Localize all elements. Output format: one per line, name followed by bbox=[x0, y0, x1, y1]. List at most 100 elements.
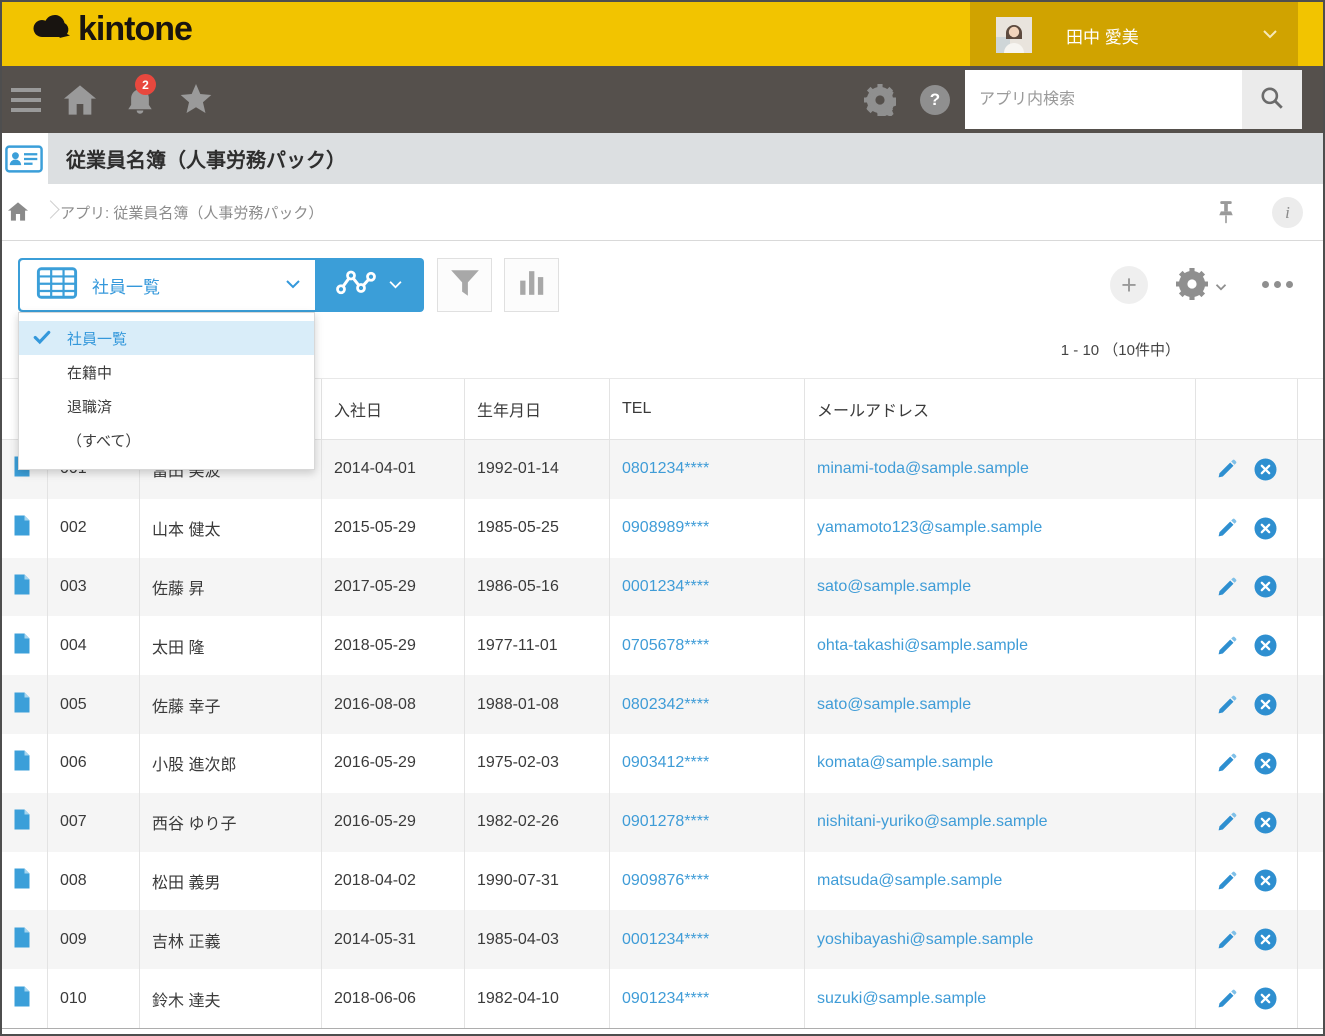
edit-pencil-icon[interactable] bbox=[1216, 929, 1238, 951]
email-link[interactable]: nishitani-yuriko@sample.sample bbox=[805, 793, 1196, 852]
tel-link[interactable]: 0908989**** bbox=[610, 499, 805, 558]
record-link-cell[interactable] bbox=[0, 969, 48, 1028]
tel-link[interactable]: 0909876**** bbox=[610, 852, 805, 911]
home-icon[interactable] bbox=[60, 66, 100, 133]
edit-pencil-icon[interactable] bbox=[1216, 635, 1238, 657]
dropdown-item-retired[interactable]: 退職済 bbox=[19, 389, 314, 423]
more-options-button[interactable] bbox=[1262, 281, 1293, 288]
notification-badge: 2 bbox=[135, 74, 156, 95]
email-link[interactable]: sato@sample.sample bbox=[805, 558, 1196, 617]
edit-pencil-icon[interactable] bbox=[1216, 694, 1238, 716]
edit-pencil-icon[interactable] bbox=[1216, 458, 1238, 480]
record-link-cell[interactable] bbox=[0, 852, 48, 911]
gear-icon[interactable] bbox=[860, 66, 900, 133]
delete-x-icon[interactable] bbox=[1254, 928, 1277, 951]
help-icon[interactable]: ? bbox=[915, 66, 955, 133]
favorites-star-icon[interactable] bbox=[176, 66, 216, 133]
header-joined: 入社日 bbox=[322, 379, 465, 439]
breadcrumb-app-link[interactable]: アプリ: 従業員名簿（人事労務パック） bbox=[60, 184, 323, 241]
email-link[interactable]: suzuki@sample.sample bbox=[805, 969, 1196, 1028]
view-selector-group: 社員一覧 bbox=[18, 258, 424, 312]
joined-date: 2015-05-29 bbox=[322, 499, 465, 558]
file-icon bbox=[14, 633, 30, 659]
records-table: 入社日 生年月日 TEL メールアドレス 001 冨田 美波 2014-04-0… bbox=[0, 378, 1325, 1029]
breadcrumb: アプリ: 従業員名簿（人事労務パック） i bbox=[0, 184, 1325, 241]
view-settings-button[interactable] bbox=[1176, 268, 1227, 305]
info-icon[interactable]: i bbox=[1272, 197, 1303, 228]
filter-button[interactable] bbox=[437, 258, 492, 312]
record-link-cell[interactable] bbox=[0, 793, 48, 852]
row-actions bbox=[1196, 910, 1298, 969]
user-menu[interactable]: 田中 愛美 bbox=[970, 0, 1298, 70]
email-link[interactable]: minami-toda@sample.sample bbox=[805, 440, 1196, 499]
tel-link[interactable]: 0801234**** bbox=[610, 440, 805, 499]
email-link[interactable]: ohta-takashi@sample.sample bbox=[805, 616, 1196, 675]
delete-x-icon[interactable] bbox=[1254, 693, 1277, 716]
birth-date: 1985-05-25 bbox=[465, 499, 610, 558]
email-link[interactable]: yamamoto123@sample.sample bbox=[805, 499, 1196, 558]
delete-x-icon[interactable] bbox=[1254, 987, 1277, 1010]
breadcrumb-home-icon[interactable] bbox=[8, 202, 28, 226]
record-link-cell[interactable] bbox=[0, 910, 48, 969]
pin-icon[interactable] bbox=[1218, 201, 1234, 229]
graph-button[interactable] bbox=[315, 258, 424, 312]
tel-link[interactable]: 0705678**** bbox=[610, 616, 805, 675]
delete-x-icon[interactable] bbox=[1254, 869, 1277, 892]
record-link-cell[interactable] bbox=[0, 675, 48, 734]
email-link[interactable]: yoshibayashi@sample.sample bbox=[805, 910, 1196, 969]
email-link[interactable]: sato@sample.sample bbox=[805, 675, 1196, 734]
row-actions bbox=[1196, 793, 1298, 852]
hamburger-menu-icon[interactable] bbox=[8, 66, 44, 133]
row-actions bbox=[1196, 852, 1298, 911]
record-link-cell[interactable] bbox=[0, 558, 48, 617]
dropdown-item-all[interactable]: （すべて） bbox=[19, 423, 314, 457]
chart-button[interactable] bbox=[504, 258, 559, 312]
joined-date: 2016-05-29 bbox=[322, 734, 465, 793]
tel-link[interactable]: 0901278**** bbox=[610, 793, 805, 852]
email-link[interactable]: matsuda@sample.sample bbox=[805, 852, 1196, 911]
tel-link[interactable]: 0903412**** bbox=[610, 734, 805, 793]
dropdown-item-employee-list[interactable]: 社員一覧 bbox=[19, 321, 314, 355]
delete-x-icon[interactable] bbox=[1254, 634, 1277, 657]
record-link-cell[interactable] bbox=[0, 499, 48, 558]
kintone-logo[interactable]: kintone bbox=[30, 9, 192, 50]
delete-x-icon[interactable] bbox=[1254, 458, 1277, 481]
search-button[interactable] bbox=[1242, 70, 1302, 129]
email-link[interactable]: komata@sample.sample bbox=[805, 734, 1196, 793]
logo-text: kintone bbox=[78, 10, 192, 49]
delete-x-icon[interactable] bbox=[1254, 575, 1277, 598]
edit-pencil-icon[interactable] bbox=[1216, 752, 1238, 774]
delete-x-icon[interactable] bbox=[1254, 752, 1277, 775]
tel-link[interactable]: 0001234**** bbox=[610, 558, 805, 617]
employee-number: 008 bbox=[48, 852, 140, 911]
employee-name: 吉林 正義 bbox=[140, 910, 322, 969]
edit-pencil-icon[interactable] bbox=[1216, 811, 1238, 833]
tel-link[interactable]: 0802342**** bbox=[610, 675, 805, 734]
delete-x-icon[interactable] bbox=[1254, 517, 1277, 540]
tel-link[interactable]: 0901234**** bbox=[610, 969, 805, 1028]
view-selector[interactable]: 社員一覧 bbox=[20, 260, 315, 310]
record-link-cell[interactable] bbox=[0, 734, 48, 793]
edit-pencil-icon[interactable] bbox=[1216, 988, 1238, 1010]
table-row: 008 松田 義男 2018-04-02 1990-07-31 0909876*… bbox=[0, 852, 1325, 911]
tel-link[interactable]: 0001234**** bbox=[610, 910, 805, 969]
add-record-button[interactable]: + bbox=[1110, 266, 1148, 304]
table-row: 009 吉林 正義 2014-05-31 1985-04-03 0001234*… bbox=[0, 910, 1325, 969]
employee-name: 佐藤 幸子 bbox=[140, 675, 322, 734]
check-icon bbox=[33, 330, 51, 349]
header-email: メールアドレス bbox=[805, 379, 1196, 439]
edit-pencil-icon[interactable] bbox=[1216, 576, 1238, 598]
record-link-cell[interactable] bbox=[0, 616, 48, 675]
edit-pencil-icon[interactable] bbox=[1216, 870, 1238, 892]
delete-x-icon[interactable] bbox=[1254, 811, 1277, 834]
search-input[interactable] bbox=[965, 70, 1242, 129]
file-icon bbox=[14, 574, 30, 600]
edit-pencil-icon[interactable] bbox=[1216, 517, 1238, 539]
employee-number: 010 bbox=[48, 969, 140, 1028]
breadcrumb-separator-icon bbox=[41, 200, 59, 218]
joined-date: 2016-05-29 bbox=[322, 793, 465, 852]
table-view-icon bbox=[36, 267, 78, 304]
employee-name: 太田 隆 bbox=[140, 616, 322, 675]
joined-date: 2018-06-06 bbox=[322, 969, 465, 1028]
dropdown-item-active[interactable]: 在籍中 bbox=[19, 355, 314, 389]
